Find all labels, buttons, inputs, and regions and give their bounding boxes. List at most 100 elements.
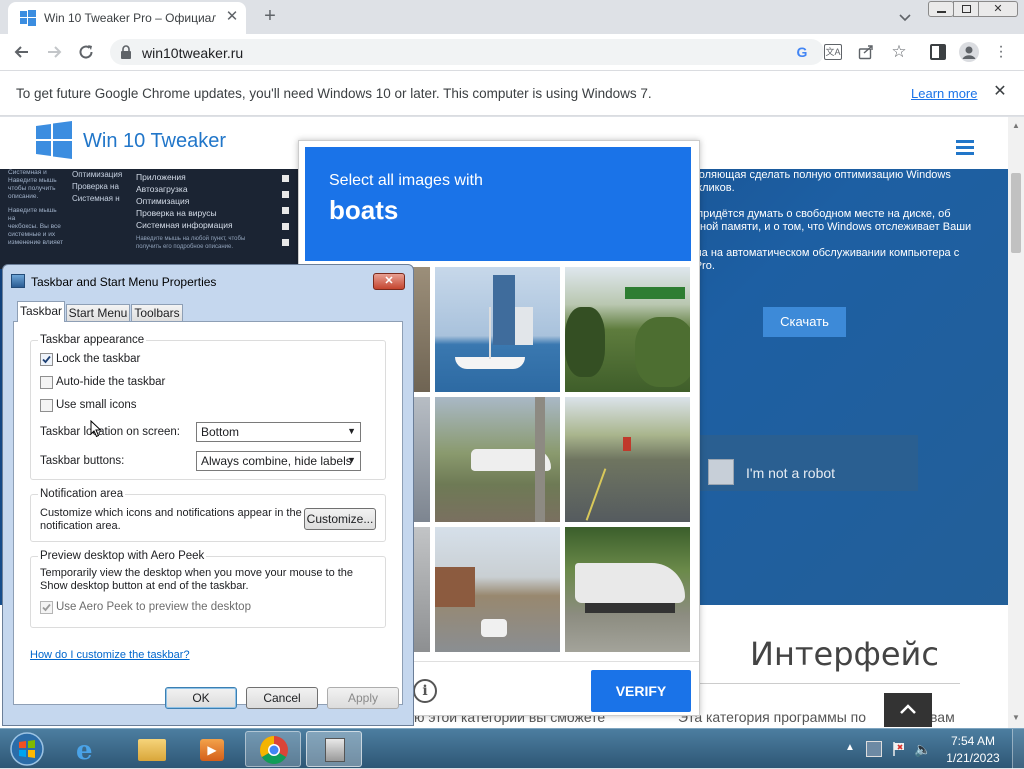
bookmark-star-icon[interactable]: ☆ (890, 43, 908, 61)
captcha-tile[interactable] (435, 267, 560, 392)
screenshot-checkboxes (270, 173, 294, 263)
minimize-button[interactable] (928, 1, 954, 17)
aero-peek-label: Use Aero Peek to preview the desktop (56, 601, 251, 613)
tab-close-icon[interactable]: ✕ (224, 9, 240, 25)
chrome-taskbar-icon[interactable] (245, 731, 301, 767)
update-infobar: To get future Google Chrome updates, you… (0, 70, 1024, 116)
file-explorer-icon[interactable] (123, 731, 179, 767)
tab-toolbars[interactable]: Toolbars (131, 304, 183, 322)
captcha-tile[interactable] (435, 397, 560, 522)
captcha-tile[interactable] (435, 527, 560, 652)
forward-arrow-icon[interactable] (44, 42, 64, 62)
screenshot-left-line: Наведите мышь (8, 177, 57, 184)
aero-peek-checkbox (40, 601, 53, 614)
lock-taskbar-checkbox[interactable] (40, 353, 53, 366)
translate-icon[interactable]: 文A (824, 44, 842, 60)
location-label: Taskbar location on screen: (40, 426, 180, 438)
volume-icon[interactable]: 🔈 (914, 741, 931, 758)
screenshot-column-line: Проверка на (72, 182, 119, 191)
scroll-up-arrow-icon[interactable]: ▲ (1012, 121, 1020, 130)
site-logo-text[interactable]: Win 10 Tweaker (83, 130, 226, 153)
page-scrollbar[interactable]: ▲ ▼ (1008, 117, 1024, 728)
browser-tab[interactable]: Win 10 Tweaker Pro – Официальный ✕ (8, 2, 246, 34)
app-screenshot: Системная и Наведите мышь чтобы получить… (0, 169, 300, 269)
close-window-button[interactable]: ✕ (978, 1, 1018, 17)
reload-icon[interactable] (76, 42, 96, 62)
screenshot-left-line: системные и их (8, 231, 56, 238)
show-hidden-icons-arrow-icon[interactable]: ▲ (845, 742, 855, 753)
recaptcha-label: I'm not a robot (746, 465, 836, 481)
autohide-checkbox[interactable] (40, 376, 53, 389)
infobar-close-icon[interactable]: ✕ (992, 84, 1008, 100)
screenshot-menu: Приложения Автозагрузка Оптимизация Пров… (136, 171, 260, 251)
captcha-tile[interactable] (565, 267, 690, 392)
internet-explorer-icon[interactable]: e (62, 731, 118, 767)
small-icons-checkbox[interactable] (40, 399, 53, 412)
buttons-dropdown[interactable]: Always combine, hide labels ▼ (196, 451, 361, 471)
share-icon[interactable] (858, 44, 874, 60)
dialog-tab-panel: Taskbar appearance Lock the taskbar Auto… (13, 321, 403, 705)
action-center-flag-icon[interactable] (892, 741, 906, 757)
hero-line: ема на автоматическом обслуживании компь… (688, 247, 960, 259)
tab-start-menu[interactable]: Start Menu (66, 304, 130, 322)
site-logo-icon[interactable] (34, 120, 74, 160)
info-icon[interactable]: i (413, 679, 437, 703)
heading-underline (690, 683, 960, 684)
cancel-button[interactable]: Cancel (246, 687, 318, 709)
screenshot-left-line: изменение влияет (8, 239, 64, 246)
mouse-cursor-icon (90, 420, 102, 438)
apply-button: Apply (327, 687, 399, 709)
profile-avatar-icon[interactable] (959, 42, 979, 62)
notification-text: Customize which icons and notifications … (40, 507, 302, 532)
autohide-label: Auto-hide the taskbar (56, 376, 166, 388)
restore-button[interactable] (953, 1, 979, 17)
hero-line: r Pro. (688, 260, 715, 272)
screenshot-column: Оптимизация Проверка на Системная н (72, 169, 128, 205)
screenshot-menu-item: Приложения (136, 172, 186, 182)
show-desktop-button[interactable] (1012, 729, 1024, 769)
learn-more-link[interactable]: Learn more (911, 86, 977, 101)
help-link[interactable]: How do I customize the taskbar? (30, 649, 190, 661)
download-button[interactable]: Скачать (763, 307, 846, 337)
customize-button[interactable]: Customize... (304, 508, 376, 530)
start-button[interactable] (6, 730, 48, 768)
lock-icon[interactable] (120, 45, 132, 59)
appearance-legend: Taskbar appearance (38, 334, 147, 346)
side-panel-icon[interactable] (930, 44, 946, 60)
clock-time[interactable]: 7:54 AM (950, 734, 996, 748)
site-favicon (20, 10, 36, 26)
clock-date[interactable]: 1/21/2023 (946, 751, 1000, 765)
small-icons-label: Use small icons (56, 399, 137, 411)
taskbar-properties-task-icon[interactable] (306, 731, 362, 767)
hamburger-menu-icon[interactable] (956, 139, 974, 155)
media-player-icon[interactable]: ▶ (184, 731, 240, 767)
aero-text: Temporarily view the desktop when you mo… (40, 567, 354, 592)
screenshot-menu-item: Автозагрузка (136, 184, 188, 194)
taskbar-properties-dialog: Taskbar and Start Menu Properties ✕ Task… (2, 264, 414, 726)
captcha-tile[interactable] (565, 397, 690, 522)
dropdown-arrow-icon: ▼ (347, 426, 356, 436)
verify-button[interactable]: VERIFY (591, 670, 691, 712)
screenshot-left-line: описание. (8, 193, 39, 200)
screenshot-left-column: Системная и Наведите мышь чтобы получить… (8, 169, 64, 247)
location-dropdown[interactable]: Bottom ▼ (196, 422, 361, 442)
scroll-to-top-button[interactable] (884, 693, 932, 727)
chrome-menu-icon[interactable]: · · · (996, 39, 1006, 65)
recaptcha-checkbox[interactable] (708, 459, 734, 485)
scroll-down-arrow-icon[interactable]: ▼ (1012, 713, 1020, 722)
section-heading: Интерфейс (750, 635, 939, 673)
ok-button[interactable]: OK (165, 687, 237, 709)
aero-legend: Preview desktop with Aero Peek (38, 550, 207, 562)
captcha-keyword: boats (329, 195, 399, 225)
back-arrow-icon[interactable] (12, 42, 32, 62)
network-icon[interactable] (866, 741, 882, 757)
tab-taskbar[interactable]: Taskbar (17, 301, 65, 322)
captcha-header: Select all images with boats (305, 147, 691, 261)
hero-line: ивной памяти, и о том, что Windows отсле… (688, 221, 972, 233)
captcha-tile[interactable] (565, 527, 690, 652)
dialog-close-button[interactable]: ✕ (373, 273, 405, 290)
google-icon[interactable]: G (794, 44, 810, 60)
tab-search-icon[interactable] (896, 8, 914, 26)
url-text[interactable]: win10tweaker.ru (142, 45, 243, 61)
new-tab-button[interactable]: + (260, 6, 280, 26)
